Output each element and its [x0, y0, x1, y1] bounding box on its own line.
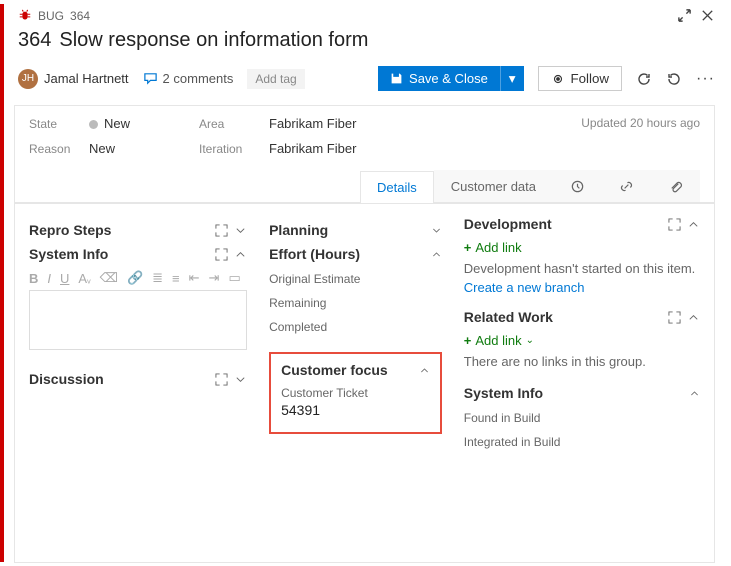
dev-add-link[interactable]: +Add link: [464, 240, 700, 255]
follow-icon: [551, 72, 565, 86]
related-add-link[interactable]: +Add link⌄: [464, 333, 700, 348]
attachment-icon: [668, 179, 683, 194]
chevron-down-icon[interactable]: [234, 373, 247, 386]
save-dropdown[interactable]: ▾: [500, 66, 524, 91]
found-in-build-label[interactable]: Found in Build: [464, 411, 700, 425]
fullscreen-icon[interactable]: [215, 373, 228, 386]
chevron-up-icon[interactable]: [687, 311, 700, 324]
link-icon: [619, 179, 634, 194]
tab-details[interactable]: Details: [360, 171, 434, 203]
number-list-icon[interactable]: ≡: [172, 271, 180, 286]
italic-icon[interactable]: I: [47, 271, 51, 286]
image-icon[interactable]: ▭: [228, 270, 240, 286]
font-icon[interactable]: Aᵥ: [78, 271, 90, 286]
fullscreen-icon[interactable]: [215, 224, 228, 237]
history-icon: [570, 179, 585, 194]
breadcrumb-id: 364: [70, 9, 90, 23]
customer-ticket-label: Customer Ticket: [281, 386, 430, 400]
iteration-value[interactable]: Fabrikam Fiber: [269, 141, 469, 156]
avatar: JH: [18, 69, 38, 89]
bold-icon[interactable]: B: [29, 271, 38, 286]
save-close-button[interactable]: Save & Close: [378, 66, 500, 91]
follow-button[interactable]: Follow: [538, 66, 623, 91]
tab-attachments[interactable]: [651, 170, 700, 202]
planning-header: Planning: [269, 222, 328, 238]
tab-links[interactable]: [602, 170, 651, 202]
comments-button[interactable]: 2 comments: [143, 71, 234, 86]
clear-format-icon[interactable]: ⌫: [100, 270, 118, 286]
refresh-icon[interactable]: [636, 71, 652, 87]
comment-icon: [143, 71, 158, 86]
bug-icon: [18, 9, 32, 23]
area-label: Area: [199, 117, 269, 131]
related-empty-msg: There are no links in this group.: [464, 354, 700, 369]
original-estimate-label[interactable]: Original Estimate: [269, 272, 442, 286]
related-work-header: Related Work: [464, 309, 553, 325]
work-item-title: 364Slow response on information form: [18, 29, 715, 52]
fullscreen-icon[interactable]: [668, 218, 681, 231]
discussion-header: Discussion: [29, 371, 104, 387]
tab-history[interactable]: [553, 170, 602, 202]
add-tag-button[interactable]: Add tag: [247, 69, 304, 89]
fullscreen-icon[interactable]: [215, 248, 228, 261]
link-tool-icon[interactable]: 🔗: [127, 270, 143, 286]
tab-customer-data[interactable]: Customer data: [434, 170, 553, 202]
iteration-label: Iteration: [199, 142, 269, 156]
expand-icon[interactable]: [677, 8, 692, 23]
create-branch-link[interactable]: Create a new branch: [464, 280, 700, 295]
completed-label[interactable]: Completed: [269, 320, 442, 334]
chevron-up-icon[interactable]: [689, 388, 700, 399]
system-info-header: System Info: [29, 246, 108, 262]
reason-label: Reason: [29, 142, 89, 156]
system-info-input[interactable]: [29, 290, 247, 350]
rtf-toolbar: B I U Aᵥ ⌫ 🔗 ≣ ≡ ⇤ ⇥ ▭: [29, 270, 247, 286]
save-icon: [390, 72, 403, 85]
outdent-icon[interactable]: ⇤: [189, 270, 200, 286]
bullet-list-icon[interactable]: ≣: [152, 270, 163, 286]
development-header: Development: [464, 216, 552, 232]
updated-text: Updated 20 hours ago: [581, 116, 700, 156]
effort-header: Effort (Hours): [269, 246, 360, 262]
area-value[interactable]: Fabrikam Fiber: [269, 116, 469, 131]
chevron-down-icon[interactable]: [234, 224, 247, 237]
chevron-up-icon[interactable]: [687, 218, 700, 231]
chevron-up-icon[interactable]: [234, 248, 247, 261]
breadcrumb-type: BUG: [38, 9, 64, 23]
assignee-name: Jamal Hartnett: [44, 71, 129, 86]
breadcrumb-row: BUG 364: [18, 8, 715, 23]
fullscreen-icon[interactable]: [668, 311, 681, 324]
more-actions[interactable]: ···: [696, 70, 715, 88]
remaining-label[interactable]: Remaining: [269, 296, 442, 310]
chevron-down-icon[interactable]: [431, 225, 442, 236]
customer-focus-header: Customer focus: [281, 362, 388, 378]
chevron-up-icon[interactable]: [431, 249, 442, 260]
system-info-header-r: System Info: [464, 385, 543, 401]
repro-steps-header: Repro Steps: [29, 222, 111, 238]
dev-empty-msg: Development hasn't started on this item.: [464, 261, 700, 276]
customer-ticket-value[interactable]: 54391: [281, 402, 430, 418]
assignee[interactable]: JH Jamal Hartnett: [18, 69, 129, 89]
state-label: State: [29, 117, 89, 131]
undo-icon[interactable]: [666, 71, 682, 87]
indent-icon[interactable]: ⇥: [209, 270, 220, 286]
close-icon[interactable]: [700, 8, 715, 23]
integrated-in-build-label[interactable]: Integrated in Build: [464, 435, 700, 449]
reason-value[interactable]: New: [89, 141, 199, 156]
underline-icon[interactable]: U: [60, 271, 69, 286]
customer-focus-box: Customer focus Customer Ticket 54391: [269, 352, 442, 434]
chevron-up-icon[interactable]: [419, 365, 430, 376]
state-value[interactable]: New: [89, 116, 199, 131]
